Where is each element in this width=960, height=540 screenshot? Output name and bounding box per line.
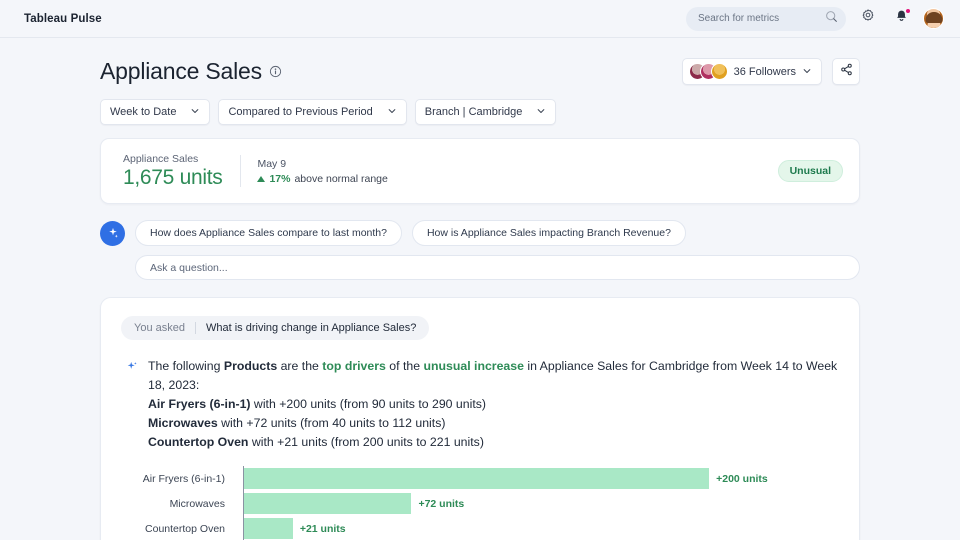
- ai-sparkle-small-icon: [126, 360, 139, 452]
- metric-primary: Appliance Sales 1,675 units: [123, 152, 223, 190]
- topbar-actions: Search for metrics: [686, 6, 944, 31]
- ask-question-input[interactable]: Ask a question...: [135, 255, 860, 280]
- chart-bar-label: Microwaves: [169, 497, 225, 510]
- asked-label: You asked: [134, 322, 185, 334]
- ai-suggestion-chip-2[interactable]: How is Appliance Sales impacting Branch …: [411, 220, 686, 246]
- drivers-bar-chart: Air Fryers (6-in-1) +200 units Microwaves +…: [121, 466, 839, 540]
- followers-button[interactable]: 36 Followers: [681, 58, 822, 85]
- filter-comparison[interactable]: Compared to Previous Period: [218, 99, 407, 125]
- share-icon: [840, 63, 853, 81]
- chevron-down-icon: [387, 106, 397, 119]
- chart-bar-track: +72 units: [243, 491, 839, 516]
- asked-question-chip: You asked What is driving change in Appl…: [121, 316, 430, 340]
- metric-value: 1,675 units: [123, 165, 223, 189]
- filter-bar: Week to Date Compared to Previous Period…: [100, 99, 860, 125]
- metric-value-row: 1,675 units: [123, 165, 223, 190]
- chart-bar-label: Countertop Oven: [145, 522, 225, 535]
- chart-bar-row: Microwaves +72 units: [131, 491, 839, 516]
- info-icon[interactable]: [269, 65, 282, 83]
- driver-detail-3: with +21 units (from 200 units to 221 un…: [248, 435, 484, 449]
- answer-top-drivers: top drivers: [322, 359, 386, 373]
- chart-bar-row: Countertop Oven +21 units: [131, 516, 839, 540]
- metric-delta: 17% above normal range: [257, 172, 388, 185]
- follower-avatars: [688, 63, 728, 80]
- asked-divider: [194, 322, 196, 334]
- metric-divider: [240, 155, 242, 187]
- filter-time-range-label: Week to Date: [110, 106, 177, 118]
- chevron-down-icon: [802, 63, 812, 81]
- chart-bar-track: +200 units: [243, 466, 839, 491]
- chart-bar[interactable]: [244, 493, 412, 514]
- chart-bar-value-label: +72 units: [418, 497, 465, 510]
- driver-name-3: Countertop Oven: [148, 435, 249, 449]
- metric-delta-suffix: above normal range: [294, 172, 388, 185]
- driver-detail-1: with +200 units (from 90 units to 290 un…: [250, 397, 486, 411]
- asked-question-text: What is driving change in Appliance Sale…: [205, 322, 417, 334]
- followers-count-label: 36 Followers: [733, 65, 796, 78]
- answer-body: The following Products are the top drive…: [121, 357, 839, 452]
- filter-comparison-label: Compared to Previous Period: [228, 106, 373, 118]
- filter-branch-label: Branch | Cambridge: [424, 106, 523, 118]
- chart-bar-value-label: +200 units: [716, 472, 768, 485]
- chart-bar-track: +21 units: [243, 516, 839, 540]
- chart-bar-row: Air Fryers (6-in-1) +200 units: [131, 466, 839, 491]
- chart-bar[interactable]: [244, 468, 710, 489]
- share-button[interactable]: [832, 58, 860, 85]
- search-icon: [825, 10, 838, 28]
- answer-line1-a: The following: [148, 359, 224, 373]
- follower-avatar-3: [710, 63, 728, 80]
- ai-suggestion-chip-1[interactable]: How does Appliance Sales compare to last…: [135, 220, 402, 246]
- metric-delta-value: 17%: [269, 172, 291, 185]
- top-navigation-bar: Tableau Pulse Search for metrics: [0, 0, 960, 38]
- search-input[interactable]: Search for metrics: [686, 6, 846, 31]
- chevron-down-icon: [190, 106, 200, 119]
- answer-line1-c: of the: [385, 359, 424, 373]
- answer-text: The following Products are the top drive…: [148, 357, 838, 452]
- status-badge: Unusual: [777, 160, 843, 182]
- metric-comparison: May 9 17% above normal range: [257, 157, 388, 185]
- search-placeholder: Search for metrics: [698, 13, 780, 24]
- chart-bar-label: Air Fryers (6-in-1): [142, 472, 225, 485]
- metric-summary-card[interactable]: Appliance Sales 1,675 units May 9 17% ab…: [100, 138, 860, 204]
- metric-date: May 9: [257, 157, 287, 170]
- driver-name-1: Air Fryers (6-in-1): [148, 397, 251, 411]
- answer-line1-b: are the: [277, 359, 323, 373]
- metric-name: Appliance Sales: [123, 152, 199, 165]
- app-brand: Tableau Pulse: [24, 12, 102, 25]
- filter-branch[interactable]: Branch | Cambridge: [414, 99, 557, 125]
- page-header: Appliance Sales 36 Followers: [100, 38, 860, 85]
- answer-dimension: Products: [223, 359, 278, 373]
- driver-name-2: Microwaves: [148, 416, 218, 430]
- ai-sparkle-icon[interactable]: [100, 220, 125, 246]
- answer-unusual-increase: unusual increase: [423, 359, 524, 373]
- header-actions: 36 Followers: [681, 58, 860, 85]
- notifications-button[interactable]: [890, 7, 912, 30]
- answer-card: You asked What is driving change in Appl…: [100, 297, 860, 540]
- gear-icon: [860, 8, 876, 29]
- chevron-down-icon: [536, 106, 546, 119]
- notification-badge-dot: [905, 7, 911, 14]
- user-avatar[interactable]: [923, 8, 944, 29]
- chart-bar-value-label: +21 units: [299, 522, 346, 535]
- page-title: Appliance Sales: [100, 58, 262, 84]
- trend-up-icon: [257, 175, 266, 182]
- ask-question-row: Ask a question...: [100, 255, 860, 280]
- filter-time-range[interactable]: Week to Date: [100, 99, 211, 125]
- page-content: Appliance Sales 36 Followers Week to Dat…: [0, 38, 960, 540]
- ai-suggestion-row: How does Appliance Sales compare to last…: [100, 220, 860, 246]
- driver-detail-2: with +72 units (from 40 units to 112 uni…: [217, 416, 446, 430]
- settings-button[interactable]: [857, 8, 879, 30]
- chart-bar[interactable]: [244, 518, 293, 539]
